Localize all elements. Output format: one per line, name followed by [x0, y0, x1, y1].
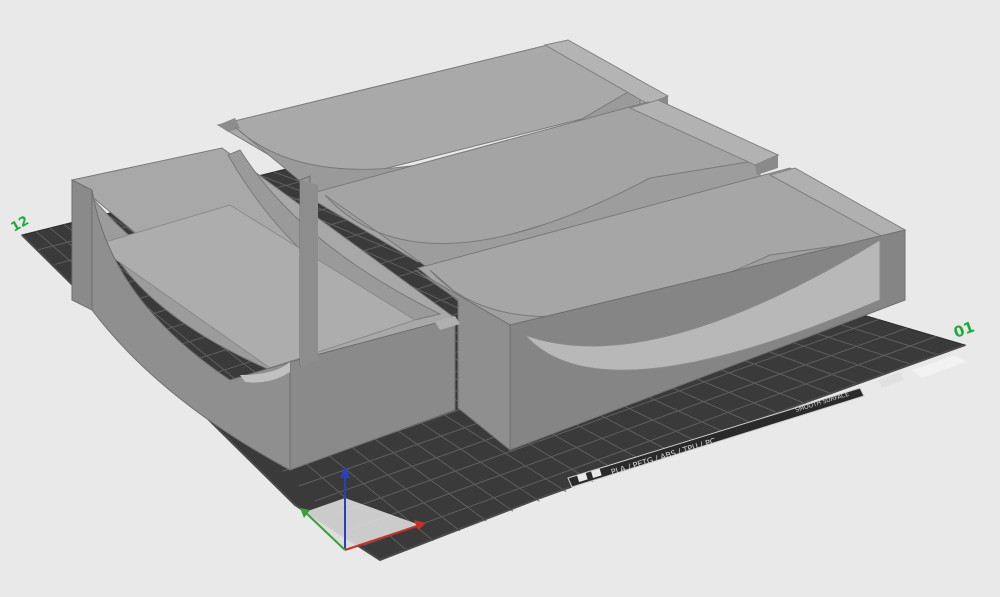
- bed-label-y: 12: [9, 213, 32, 235]
- divider-column: [299, 175, 318, 367]
- bed-label-x: 01: [951, 318, 977, 342]
- 3d-viewport[interactable]: PLA / PETG / ABS / TPU / PC SMOOTH SURFA…: [0, 0, 1000, 593]
- scene-svg[interactable]: PLA / PETG / ABS / TPU / PC SMOOTH SURFA…: [0, 0, 1000, 593]
